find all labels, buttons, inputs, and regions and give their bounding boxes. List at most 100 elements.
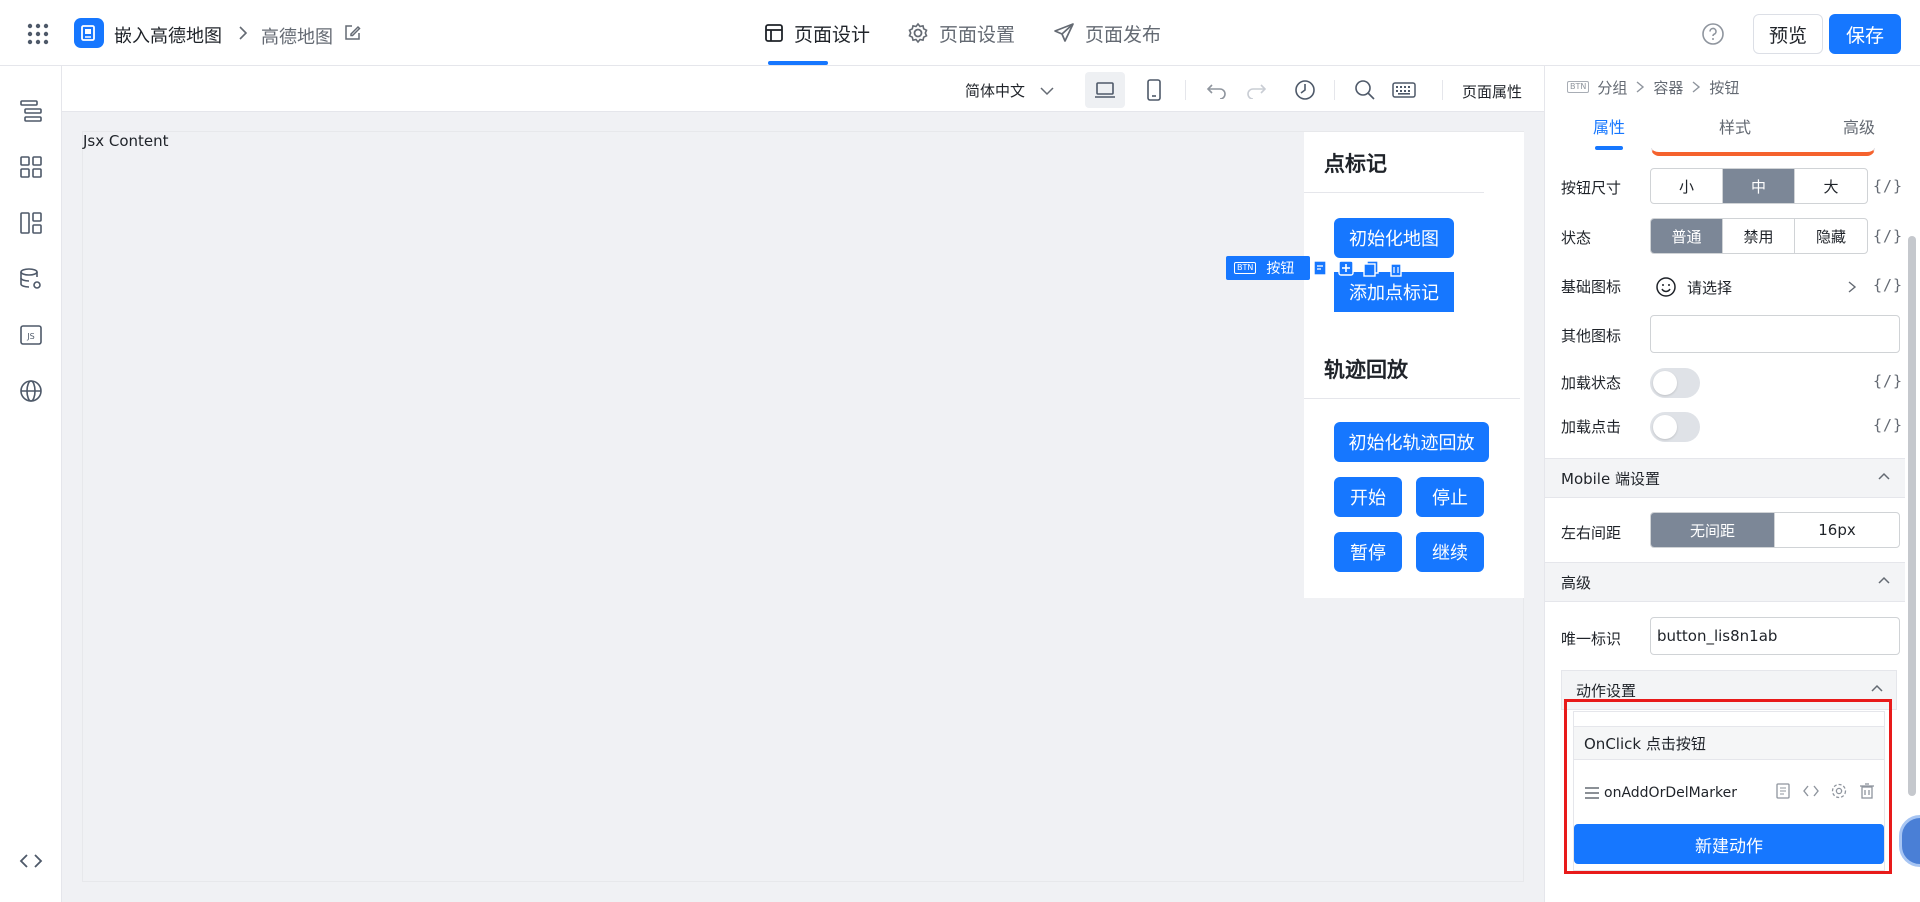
loading-state-toggle[interactable] [1650,368,1700,398]
phone-icon [1146,79,1162,101]
unique-id-input[interactable]: button_lis8n1ab [1650,617,1900,655]
section-title: 动作设置 [1576,681,1637,700]
size-option-small[interactable]: 小 [1651,169,1723,203]
mobile-settings-section-header[interactable]: Mobile 端设置 [1545,458,1905,498]
tab-label: 页面设计 [794,23,871,46]
desktop-view-button[interactable] [1085,72,1125,108]
tab-properties[interactable]: 属性 [1593,114,1625,138]
selected-component-tag[interactable]: BTN 按钮 [1226,256,1310,280]
app-name[interactable]: 嵌入高德地图 [114,22,222,48]
chevron-right-icon [1635,80,1645,94]
tab-label: 页面设置 [939,23,1016,46]
variable-binding-button[interactable]: {/} [1873,227,1903,245]
variable-binding-button[interactable]: {/} [1873,177,1903,195]
advanced-section-header[interactable]: 高级 [1545,562,1905,602]
divider [1304,398,1520,399]
properties-scrollbar[interactable] [1908,236,1916,796]
init-playback-button[interactable]: 初始化轨迹回放 [1334,422,1489,462]
chevron-up-icon [1877,471,1891,481]
section-title: Mobile 端设置 [1561,469,1660,488]
toolbar-divider [1442,80,1443,100]
start-button[interactable]: 开始 [1334,477,1402,517]
tab-advanced[interactable]: 高级 [1843,114,1875,138]
size-option-large[interactable]: 大 [1795,169,1867,203]
properties-tabs: 属性 样式 高级 [1545,104,1905,148]
code-icon[interactable] [18,848,44,874]
loading-click-label: 加载点击 [1561,418,1622,436]
js-icon[interactable]: JS [18,322,44,348]
top-bar: 嵌入高德地图 高德地图 页面设计 页面设置 页面发布 预览 保存 [0,0,1920,66]
tab-page-publish[interactable]: 页面发布 [1053,21,1161,46]
help-icon[interactable] [1701,22,1725,46]
preview-button[interactable]: 预览 [1753,14,1823,54]
state-option-hidden[interactable]: 隐藏 [1795,219,1867,253]
padding-option-16px[interactable]: 16px [1775,513,1899,547]
padding-segmented-control: 无间距 16px [1650,512,1900,548]
mobile-view-button[interactable] [1134,72,1174,108]
variable-binding-button[interactable]: {/} [1873,416,1903,434]
variable-binding-button[interactable]: {/} [1873,372,1903,390]
copy-icon[interactable] [1360,257,1382,279]
section-title-playback: 轨迹回放 [1324,358,1408,382]
active-tab-indicator [1595,146,1623,150]
size-option-medium[interactable]: 中 [1723,169,1795,203]
language-select[interactable]: 简体中文 [965,80,1055,101]
button-type-badge: BTN [1234,262,1257,274]
tab-page-settings[interactable]: 页面设置 [907,21,1016,46]
add-icon[interactable] [1335,257,1357,279]
clock-icon [1294,79,1316,101]
tab-style[interactable]: 样式 [1719,114,1751,138]
base-icon-select[interactable]: 请选择 [1655,272,1863,302]
loading-click-toggle[interactable] [1650,412,1700,442]
state-segmented-control: 普通 禁用 隐藏 [1650,218,1868,254]
breadcrumb-item[interactable]: 分组 [1597,77,1627,98]
browser-window-icon [764,23,784,43]
search-button[interactable] [1345,72,1385,108]
language-value: 简体中文 [965,82,1026,100]
components-grid-icon[interactable] [18,154,44,180]
pause-button[interactable]: 暂停 [1334,532,1402,572]
variable-binding-button[interactable]: {/} [1873,276,1903,294]
padding-option-none[interactable]: 无间距 [1651,513,1775,547]
select-parent-icon[interactable] [1310,257,1332,279]
globe-icon[interactable] [18,378,44,404]
keyboard-button[interactable] [1384,72,1424,108]
state-label: 状态 [1561,229,1592,247]
edit-icon[interactable] [343,24,361,42]
chevron-right-icon [1847,280,1857,294]
resume-button[interactable]: 继续 [1416,532,1484,572]
size-segmented-control: 小 中 大 [1650,168,1868,204]
search-icon [1354,79,1376,101]
state-option-normal[interactable]: 普通 [1651,219,1723,253]
page-attributes-button[interactable]: 页面属性 [1462,81,1522,102]
history-button[interactable] [1285,72,1325,108]
keyboard-icon [1392,81,1416,99]
chevron-up-icon [1870,683,1884,693]
save-button[interactable]: 保存 [1829,14,1901,54]
outline-tree-icon[interactable] [18,98,44,124]
chevron-right-icon [236,24,250,42]
undo-button[interactable] [1197,72,1237,108]
delete-icon[interactable] [1385,257,1407,279]
design-canvas-area: 简体中文 页面属性 Jsx Content 点标记 初始化地图 添加点标记 轨迹… [62,66,1544,902]
breadcrumb-item[interactable]: 按钮 [1709,77,1739,98]
page-canvas[interactable]: Jsx Content 点标记 初始化地图 添加点标记 轨迹回放 初始化轨迹回放… [82,131,1524,882]
apps-grid-icon[interactable] [26,22,50,46]
highlight-box [1564,699,1892,874]
state-option-disabled[interactable]: 禁用 [1723,219,1795,253]
divider [1304,192,1484,193]
page-name[interactable]: 高德地图 [261,23,333,49]
other-icon-input[interactable] [1650,315,1900,353]
breadcrumb-item[interactable]: 容器 [1653,77,1683,98]
layout-icon[interactable] [18,210,44,236]
redo-button[interactable] [1236,72,1276,108]
toolbar-divider [1334,80,1335,100]
base-icon-placeholder: 请选择 [1687,278,1733,297]
size-label: 按钮尺寸 [1561,179,1622,197]
stop-button[interactable]: 停止 [1416,477,1484,517]
datasource-icon[interactable] [18,266,44,292]
toolbar-divider [1185,80,1186,100]
laptop-icon [1094,81,1116,99]
tab-page-design[interactable]: 页面设计 [764,21,871,46]
init-map-button[interactable]: 初始化地图 [1334,218,1454,258]
